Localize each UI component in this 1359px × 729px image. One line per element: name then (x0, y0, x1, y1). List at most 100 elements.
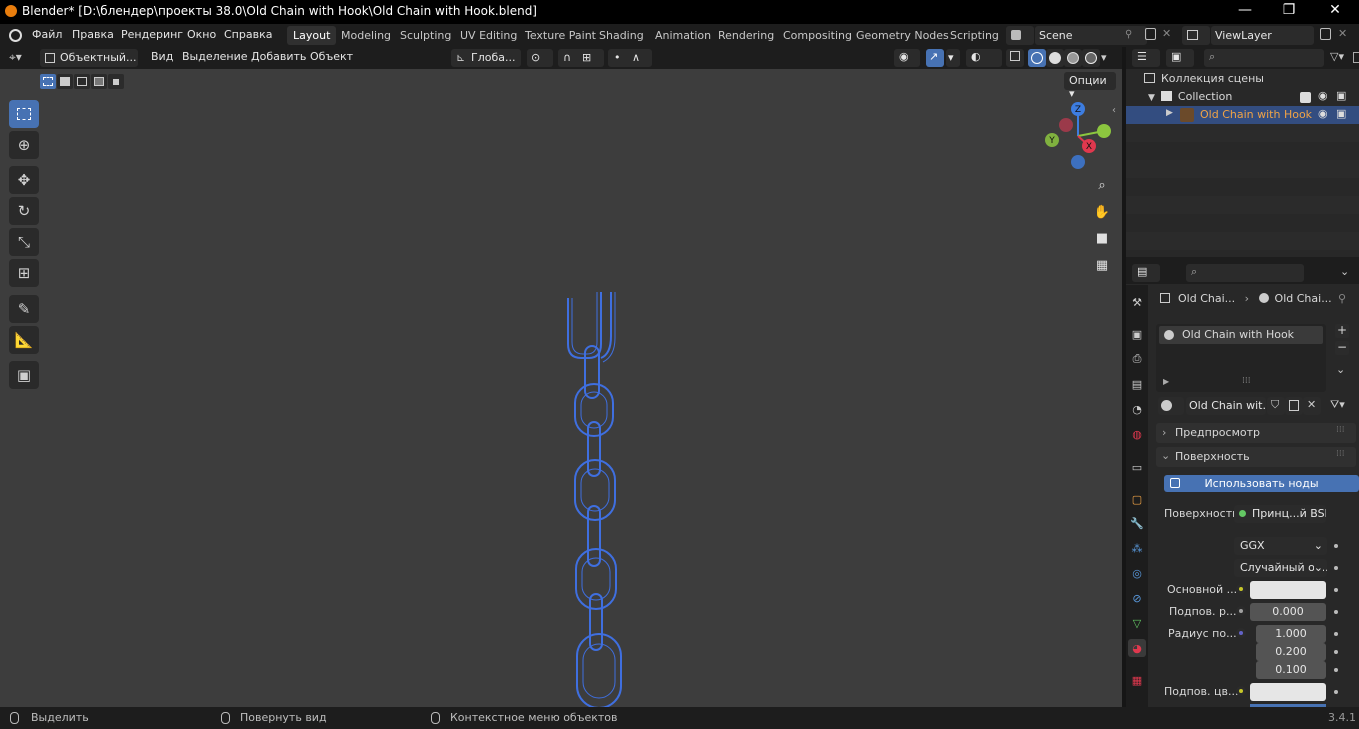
subsurface-color-swatch[interactable] (1250, 683, 1326, 701)
tab-animation[interactable]: Animation (649, 26, 717, 45)
keyframe-dot-icon[interactable] (1334, 668, 1338, 672)
tool-add-cube[interactable]: ▣ (9, 361, 39, 389)
outliner-editor-type-button[interactable]: ☰ (1132, 49, 1160, 67)
radius-y-field[interactable]: 0.200 (1256, 643, 1326, 661)
use-nodes-button[interactable]: Использовать ноды (1164, 475, 1359, 492)
visibility-dropdown[interactable]: ◉ (894, 49, 920, 67)
new-view-layer-icon[interactable] (1320, 28, 1331, 40)
object-tab-icon[interactable]: ▢ (1128, 490, 1146, 508)
color-socket-icon[interactable] (1236, 584, 1246, 594)
perspective-toggle-button[interactable]: ▦ (1091, 254, 1113, 276)
tab-layout[interactable]: Layout (287, 26, 337, 45)
new-collection-icon[interactable] (1353, 52, 1359, 63)
tool-select-box[interactable] (9, 100, 39, 128)
list-expand-arrow-icon[interactable]: ▶ (1163, 377, 1169, 386)
tab-shading[interactable]: Shading (593, 26, 650, 45)
select-mode-subtract-button[interactable] (74, 74, 90, 89)
tool-rotate[interactable]: ↻ (9, 197, 39, 225)
distribution-dropdown[interactable]: GGX ⌄ (1234, 537, 1327, 555)
transform-orientation-dropdown[interactable]: ⊾ Глоба... (451, 49, 521, 67)
zoom-button[interactable]: ⌕ (1091, 174, 1113, 196)
options-dropdown[interactable]: Опции ▾ (1064, 72, 1116, 100)
constraints-tab-icon[interactable]: ⊘ (1128, 589, 1146, 607)
pan-button[interactable]: ✋ (1091, 201, 1113, 223)
particles-tab-icon[interactable]: ⁂ (1128, 539, 1146, 557)
gizmo-z-neg-axis-icon[interactable] (1071, 155, 1085, 169)
tab-geometry-nodes[interactable]: Geometry Nodes (850, 26, 955, 45)
menu-object[interactable]: Объект (310, 50, 353, 63)
output-tab-icon[interactable]: ⎙ (1128, 350, 1146, 368)
select-mode-extend-button[interactable] (57, 74, 73, 89)
shading-rendered-button[interactable] (1082, 49, 1100, 67)
collection-eye-icon[interactable]: ◉ (1318, 89, 1328, 102)
tool-scale[interactable]: ⤡ (9, 228, 39, 256)
outliner-row-collection[interactable]: ▼ Collection (1148, 90, 1232, 103)
duplicate-material-button[interactable] (1285, 397, 1303, 415)
keyframe-dot-icon[interactable] (1334, 588, 1338, 592)
select-mode-intersect-button[interactable] (108, 74, 124, 89)
float-socket-icon[interactable] (1236, 606, 1246, 616)
display-mode-button[interactable]: ▣ (1166, 49, 1194, 67)
proportional-edit-group[interactable]: • ∧ (608, 49, 652, 67)
keyframe-dot-icon[interactable] (1334, 650, 1338, 654)
properties-editor-type-button[interactable]: ▤ (1132, 264, 1160, 282)
collection-tab-icon[interactable]: ▭ (1128, 458, 1146, 476)
slot-specials-chevron-icon[interactable]: ⌄ (1336, 363, 1345, 376)
outliner-row-object[interactable]: ▶ Old Chain with Hook ◉ ▣ (1126, 106, 1359, 124)
tool-cursor[interactable]: ⊕ (9, 131, 39, 159)
data-tab-icon[interactable]: ▽ (1128, 614, 1146, 632)
shading-dropdown-chevron-icon[interactable]: ▾ (1101, 51, 1107, 64)
radius-x-field[interactable]: 1.000 (1256, 625, 1326, 643)
collection-render-camera-icon[interactable]: ▣ (1336, 89, 1346, 102)
shading-material-button[interactable] (1064, 49, 1082, 67)
select-mode-new-button[interactable] (40, 74, 56, 89)
tab-uv-editing[interactable]: UV Editing (454, 26, 523, 45)
pivot-dropdown[interactable]: ⊙ (527, 49, 553, 67)
maximize-button[interactable]: ❐ (1279, 2, 1299, 22)
world-tab-icon[interactable]: ◍ (1128, 425, 1146, 443)
preview-panel-header[interactable]: › Предпросмотр ⁞⁞⁞ (1156, 423, 1356, 443)
keyframe-dot-icon[interactable] (1334, 610, 1338, 614)
material-slot-list[interactable]: Old Chain with Hook ▶ ⁞⁞⁞ (1156, 324, 1326, 392)
tool-transform[interactable]: ⊞ (9, 259, 39, 287)
editor-type-icon[interactable]: ⌖▾ (9, 50, 22, 65)
gizmo-y-neg-axis-icon[interactable] (1059, 118, 1073, 132)
delete-view-layer-icon[interactable]: ✕ (1338, 27, 1347, 40)
object-expand-arrow-icon[interactable]: ▶ (1166, 108, 1173, 118)
unlink-material-button[interactable]: ✕ (1303, 397, 1321, 415)
outliner-row-scene-collection[interactable]: Коллекция сцены (1144, 72, 1264, 85)
subsurface-method-dropdown[interactable]: Случайный об... ⌄ (1234, 559, 1327, 577)
delete-scene-icon[interactable]: ✕ (1162, 27, 1171, 40)
fake-user-button[interactable]: ⛉ (1267, 397, 1285, 415)
tool-move[interactable]: ✥ (9, 166, 39, 194)
menu-help[interactable]: Справка (224, 28, 272, 41)
tab-rendering[interactable]: Rendering (712, 26, 780, 45)
menu-add[interactable]: Добавить (251, 50, 306, 63)
tool-measure[interactable]: 📐 (9, 326, 39, 354)
menu-edit[interactable]: Правка (72, 28, 114, 41)
gizmo-y-axis-icon[interactable] (1097, 124, 1111, 138)
menu-select[interactable]: Выделение (182, 50, 248, 63)
view-layer-selector-button[interactable] (1182, 26, 1210, 45)
tab-sculpting[interactable]: Sculpting (394, 26, 457, 45)
tab-texture-paint[interactable]: Texture Paint (519, 26, 602, 45)
drag-handle-icon[interactable]: ⁞⁞⁞ (1336, 425, 1345, 435)
blender-menu-icon[interactable] (9, 29, 22, 42)
scene-selector-button[interactable] (1006, 26, 1034, 45)
minimize-button[interactable]: — (1235, 2, 1255, 22)
tab-compositing[interactable]: Compositing (777, 26, 858, 45)
chain-wireframe-object[interactable] (555, 284, 635, 709)
new-scene-icon[interactable] (1145, 28, 1156, 40)
shading-wireframe-button[interactable] (1028, 49, 1046, 67)
scene-tab-icon[interactable]: ◔ (1128, 400, 1146, 418)
view-layer-tab-icon[interactable]: ▤ (1128, 375, 1146, 393)
render-tab-icon[interactable]: ▣ (1128, 325, 1146, 343)
expand-arrow-icon[interactable]: ▼ (1148, 93, 1155, 103)
filter-icon[interactable]: ▽▾ (1330, 50, 1344, 63)
keyframe-dot-icon[interactable] (1334, 566, 1338, 570)
texture-tab-icon[interactable]: ▦ (1128, 671, 1146, 689)
surface-shader-field[interactable]: Принц...й BSDF (1234, 505, 1326, 523)
gizmo-dropdown[interactable]: ▾ (946, 49, 960, 67)
link-filter-icon[interactable]: ⛛▾ (1330, 398, 1345, 412)
overlay-toggle[interactable]: ◐ (966, 49, 1002, 67)
